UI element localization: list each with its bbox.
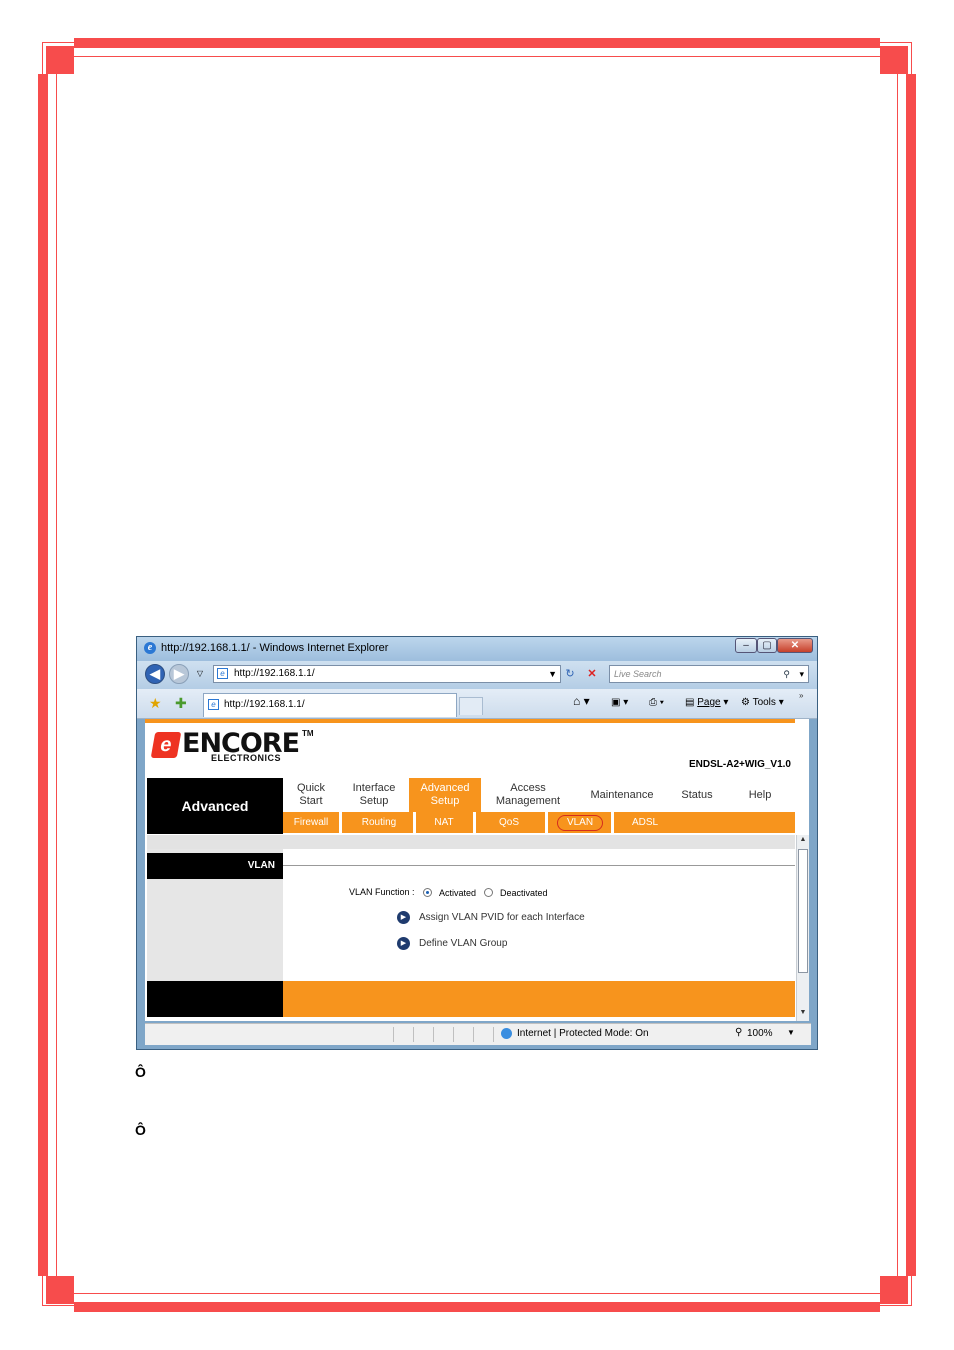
search-dropdown-icon[interactable]: ▾ — [799, 666, 804, 682]
search-icon[interactable]: ⚲ — [783, 666, 790, 682]
page-icon: e — [217, 668, 228, 679]
activated-radio[interactable] — [423, 888, 432, 897]
arrow-bullet-icon: ▶ — [397, 911, 410, 924]
submenu-firewall[interactable]: Firewall — [285, 812, 337, 833]
tab-page-icon: e — [208, 699, 219, 710]
menu-maintenance[interactable]: Maintenance — [575, 778, 669, 812]
add-favorites-icon[interactable]: ✚ — [175, 695, 187, 712]
status-divider — [393, 1027, 394, 1042]
section-title: Advanced — [147, 778, 283, 834]
model-name: ENDSL-A2+WIG_V1.0 — [689, 759, 791, 770]
page-bullet: Ô — [135, 1122, 146, 1138]
page-bullet: Ô — [135, 1064, 146, 1080]
vlan-function-label: VLAN Function : — [349, 887, 415, 897]
globe-icon — [501, 1028, 512, 1039]
scroll-up-icon[interactable]: ▲ — [797, 836, 809, 843]
status-divider — [433, 1027, 434, 1042]
scroll-down-icon[interactable]: ▼ — [797, 1009, 809, 1016]
stop-icon[interactable]: ✕ — [583, 665, 601, 683]
address-bar[interactable]: e http://192.168.1.1/ ▼ — [213, 665, 561, 683]
encore-logo-badge: e — [150, 732, 182, 758]
main-menu: Quick Start Interface Setup Advanced Set… — [283, 778, 795, 812]
panel-divider — [283, 865, 795, 866]
page-menu-label: Page — [697, 697, 721, 708]
status-divider — [413, 1027, 414, 1042]
menu-quick-start[interactable]: Quick Start — [283, 778, 339, 812]
forward-button[interactable]: ▶ — [169, 664, 189, 684]
refresh-icon[interactable]: ↻ — [561, 665, 579, 683]
home-icon[interactable]: ⌂ ▾ — [573, 694, 590, 708]
footer-bar — [283, 981, 795, 1017]
define-vlan-group-link[interactable]: Define VLAN Group — [419, 938, 507, 949]
tools-menu-label: Tools — [752, 697, 776, 708]
submenu-routing[interactable]: Routing — [345, 812, 413, 833]
window-title: http://192.168.1.1/ - Windows Internet E… — [161, 642, 389, 654]
status-divider — [473, 1027, 474, 1042]
browser-tab[interactable]: e http://192.168.1.1/ — [203, 693, 457, 717]
submenu-divider — [611, 812, 614, 833]
menu-help[interactable]: Help — [725, 778, 795, 812]
search-placeholder: Live Search — [614, 669, 662, 679]
title-bar: e http://192.168.1.1/ - Windows Internet… — [137, 637, 817, 661]
submenu-qos[interactable]: QoS — [479, 812, 539, 833]
close-button[interactable]: ✕ — [777, 638, 813, 653]
status-divider — [493, 1027, 494, 1042]
address-toolbar: ◀ ▶ ▽ e http://192.168.1.1/ ▼ ↻ ✕ Live S… — [137, 661, 817, 689]
logo-subtitle: ELECTRONICS — [211, 753, 282, 763]
submenu-adsl[interactable]: ADSL — [617, 812, 673, 833]
menu-advanced-setup[interactable]: Advanced Setup — [409, 778, 481, 812]
back-button[interactable]: ◀ — [145, 664, 165, 684]
scroll-thumb[interactable] — [798, 849, 808, 973]
favorites-star-icon[interactable]: ★ — [149, 695, 162, 712]
content-header-bar — [147, 835, 795, 849]
deactivated-radio[interactable] — [484, 888, 493, 897]
activated-label: Activated — [439, 888, 477, 898]
status-bar: Internet | Protected Mode: On ⚲ 100% ▼ — [145, 1023, 811, 1045]
toolbar-overflow-icon[interactable]: » — [799, 691, 803, 700]
address-text: http://192.168.1.1/ — [234, 668, 315, 679]
tools-menu-button[interactable]: ⚙ Tools ▾ — [741, 697, 784, 708]
submenu-divider — [339, 812, 342, 833]
submenu-divider — [413, 812, 416, 833]
status-divider — [453, 1027, 454, 1042]
new-tab-button[interactable] — [459, 697, 483, 715]
page-menu-button[interactable]: ▤ Page ▾ — [685, 697, 728, 708]
deactivated-label: Deactivated — [500, 888, 548, 898]
feeds-icon[interactable]: ▣ ▾ — [611, 697, 628, 708]
menu-access-management[interactable]: Access Management — [481, 778, 575, 812]
security-zone[interactable]: Internet | Protected Mode: On — [517, 1028, 649, 1039]
assign-pvid-link[interactable]: Assign VLAN PVID for each Interface — [419, 912, 585, 923]
submenu-divider — [473, 812, 476, 833]
minimize-button[interactable]: – — [735, 638, 757, 653]
submenu-nat[interactable]: NAT — [417, 812, 471, 833]
vertical-scrollbar[interactable]: ▲ ▼ — [796, 835, 809, 1021]
submenu-divider — [545, 812, 548, 833]
menu-interface-setup[interactable]: Interface Setup — [339, 778, 409, 812]
zoom-icon[interactable]: ⚲ — [735, 1027, 742, 1038]
address-dropdown-icon[interactable]: ▼ — [548, 666, 557, 682]
zoom-level[interactable]: 100% — [747, 1028, 773, 1039]
sub-menu: Firewall Routing NAT QoS VLAN ADSL — [283, 812, 795, 833]
history-dropdown-icon[interactable]: ▽ — [191, 665, 209, 683]
zoom-dropdown-icon[interactable]: ▼ — [787, 1028, 795, 1037]
arrow-bullet-icon: ▶ — [397, 937, 410, 950]
favorites-bar: ★ ✚ e http://192.168.1.1/ ⌂ ▾ ▣ ▾ ⎙ ▾ ▤ … — [137, 689, 817, 719]
submenu-vlan[interactable]: VLAN — [557, 815, 603, 831]
ie-logo-icon: e — [144, 642, 156, 654]
browser-window: e http://192.168.1.1/ - Windows Internet… — [136, 636, 818, 1050]
print-icon[interactable]: ⎙ ▾ — [649, 697, 664, 708]
logo-trademark: TM — [302, 729, 314, 738]
search-input[interactable]: Live Search ⚲ ▾ — [609, 665, 809, 683]
menu-status[interactable]: Status — [669, 778, 725, 812]
maximize-button[interactable]: ▢ — [757, 638, 777, 653]
accent-bar — [145, 719, 795, 723]
router-page: e ENCORE TM ELECTRONICS ENDSL-A2+WIG_V1.… — [145, 719, 809, 1021]
panel-title: VLAN — [147, 853, 283, 879]
tab-label: http://192.168.1.1/ — [224, 699, 305, 710]
footer-left — [147, 981, 283, 1017]
